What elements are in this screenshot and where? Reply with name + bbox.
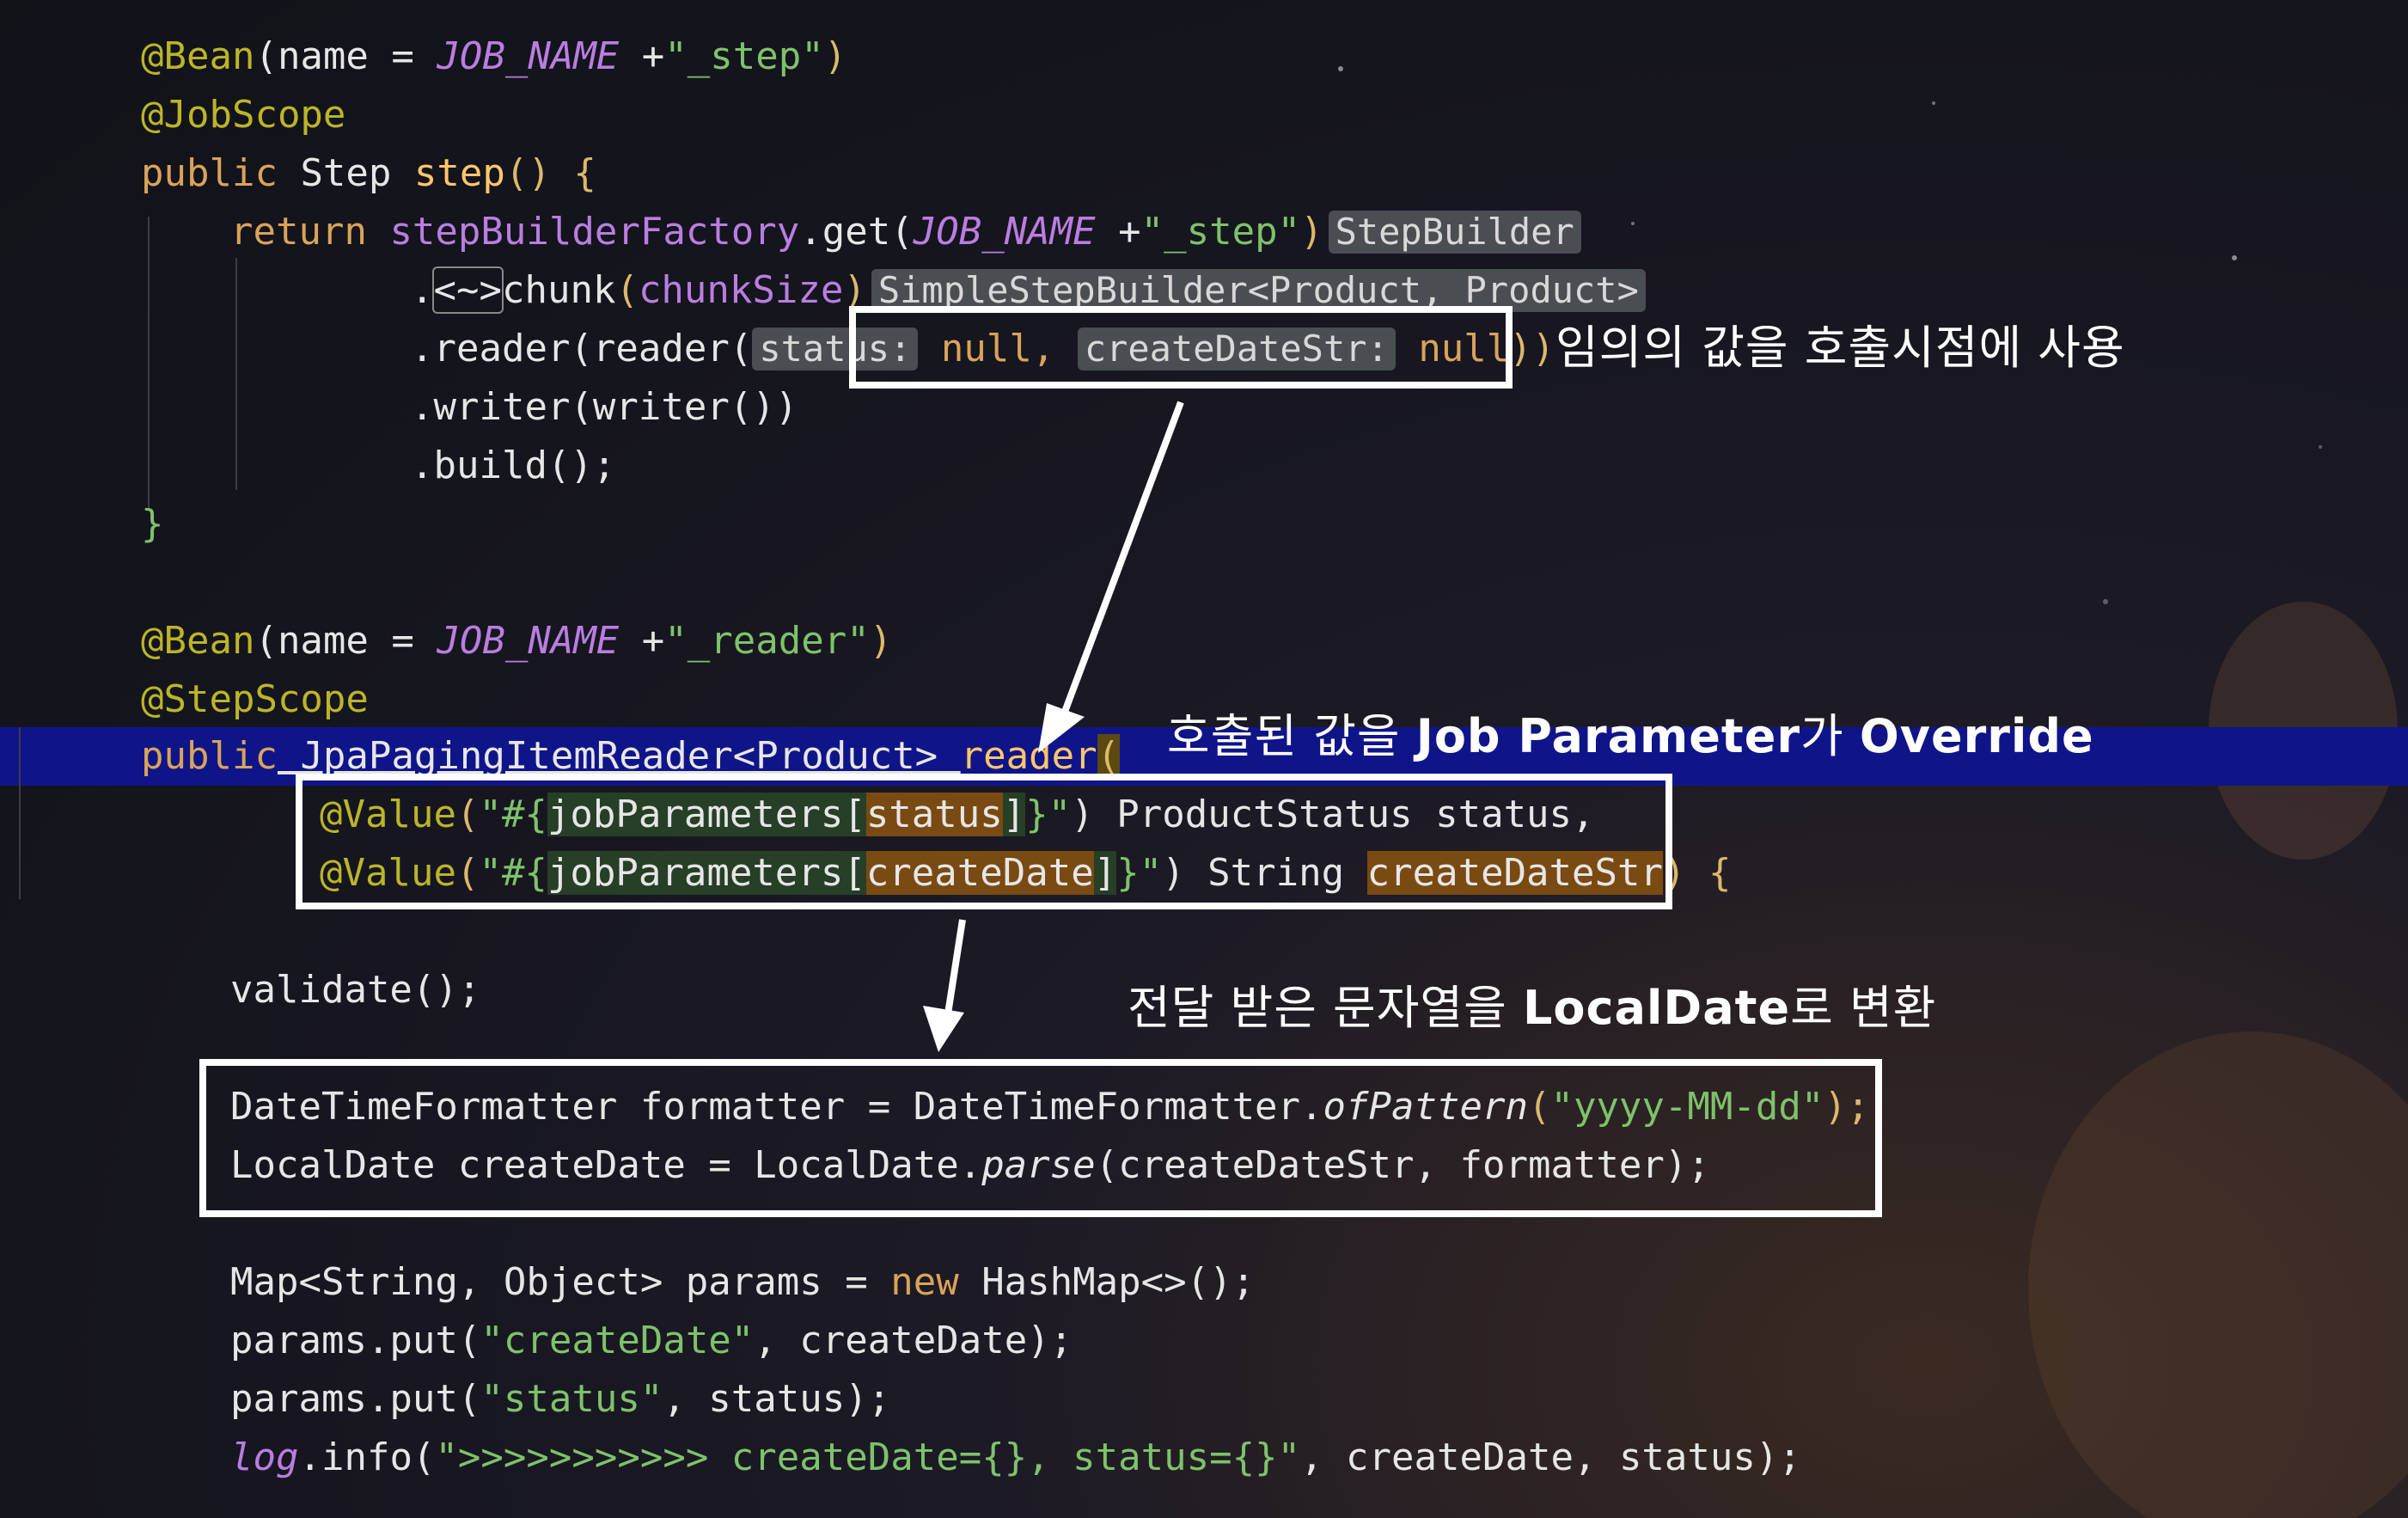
callout-localdate-convert: 전달 받은 문자열을 LocalDate로 변환 xyxy=(1128,981,1937,1035)
code-line: .writer(writer()) xyxy=(411,385,798,429)
code-line: @Bean(name = JOB_NAME +"_reader") xyxy=(141,619,893,663)
code-line: Map<String, Object> params = new HashMap… xyxy=(230,1260,1256,1304)
code-line: } xyxy=(141,502,164,546)
callout-job-parameter-override: 호출된 값을 Job Parameter가 Override xyxy=(1167,709,2094,763)
code-line: .build(); xyxy=(411,444,616,487)
code-line: public Step step() { xyxy=(141,151,596,195)
highlight-box-null-args xyxy=(849,306,1513,389)
callout-runtime-values: 임의의 값을 호출시점에 사용 xyxy=(1555,321,2125,375)
code-line: params.put("status", status); xyxy=(230,1377,891,1421)
code-line: @JobScope xyxy=(141,93,346,137)
type-hint: StepBuilder xyxy=(1328,211,1581,254)
code-line: return stepBuilderFactory.get(JOB_NAME +… xyxy=(230,203,1581,261)
highlight-box-date-parse xyxy=(199,1059,1882,1217)
code-line: @StepScope xyxy=(141,677,369,721)
code-line: validate(); xyxy=(230,968,481,1012)
code-line: log.info(">>>>>>>>>>> createDate={}, sta… xyxy=(230,1435,1801,1479)
code-line: @Bean(name = JOB_NAME +"_step") xyxy=(141,34,847,78)
code-line: params.put("createDate", createDate); xyxy=(230,1319,1073,1362)
highlight-box-value-annotations xyxy=(296,774,1672,909)
